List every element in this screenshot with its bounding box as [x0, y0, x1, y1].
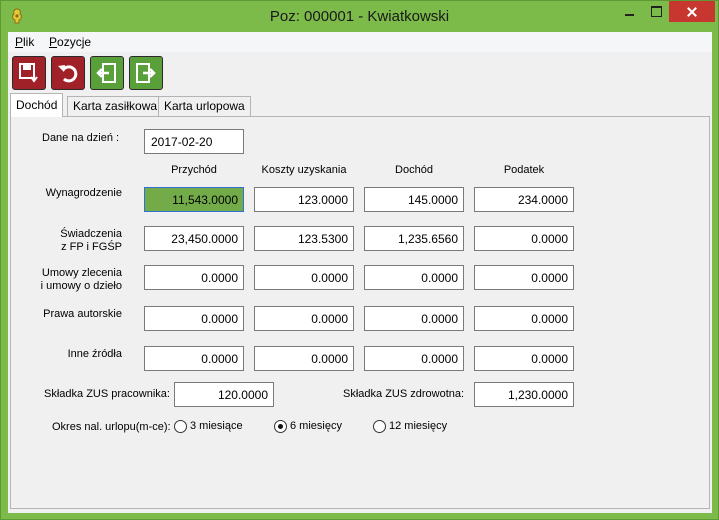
undo-icon [58, 65, 78, 83]
menu-plik-label: lik [23, 35, 35, 49]
close-button[interactable] [669, 1, 715, 22]
umowy-podatek-field[interactable]: 0.0000 [474, 265, 574, 290]
window-title: Poz: 000001 - Kwiatkowski [269, 8, 450, 25]
swiadczenia-koszty-field[interactable]: 123.5300 [254, 226, 354, 251]
zus-zdrowotna-label: Składka ZUS zdrowotna: [343, 388, 465, 400]
inne-przychod-field[interactable]: 0.0000 [144, 346, 244, 371]
client-area: Plik Pozycje Dochód Karta zasiłkowa Kart… [8, 32, 712, 513]
swiadczenia-przychod-field[interactable]: 23,450.0000 [144, 226, 244, 251]
menu-pozycje[interactable]: Pozycje [49, 35, 91, 49]
tab-dochod[interactable]: Dochód [10, 93, 64, 117]
column-header-przychod: Przychód [171, 164, 217, 176]
wynagrodzenie-koszty-field[interactable]: 123.0000 [254, 187, 354, 212]
row-label-wynagrodzenie: Wynagrodzenie [45, 187, 122, 199]
minimize-button[interactable] [617, 1, 643, 22]
menu-plik-accel: P [15, 35, 24, 49]
row-label-umowy: Umowy zlecenia [41, 267, 122, 279]
previous-icon [96, 63, 116, 83]
save-icon [19, 63, 38, 83]
umowy-koszty-field[interactable]: 0.0000 [254, 265, 354, 290]
radio-6-miesiecy-label[interactable]: 6 miesięcy [290, 420, 342, 432]
zus-pracownika-field[interactable]: 120.0000 [174, 382, 274, 407]
next-icon [136, 63, 156, 83]
title-bar[interactable]: Poz: 000001 - Kwiatkowski [1, 1, 718, 32]
menu-pozycje-accel: P [49, 35, 58, 49]
tab-karta-zasilkowa[interactable]: Karta zasiłkowa [67, 96, 164, 116]
menu-plik[interactable]: Plik [15, 35, 34, 49]
wynagrodzenie-podatek-field[interactable]: 234.0000 [474, 187, 574, 212]
radio-12-miesiecy-label[interactable]: 12 miesięcy [389, 420, 447, 432]
previous-button[interactable] [90, 56, 124, 90]
next-button[interactable] [129, 56, 163, 90]
swiadczenia-podatek-field[interactable]: 0.0000 [474, 226, 574, 251]
radio-12-miesiecy-circle[interactable] [373, 420, 386, 433]
menu-pozycje-label: ozycje [57, 35, 92, 49]
row-label-inne-zrodla: Inne źródła [67, 348, 122, 360]
inne-dochod-field[interactable]: 0.0000 [364, 346, 464, 371]
zus-pracownika-label: Składka ZUS pracownika: [44, 388, 170, 400]
prawa-dochod-field[interactable]: 0.0000 [364, 306, 464, 331]
date-field[interactable]: 2017-02-20 [144, 129, 244, 154]
tab-karta-urlopowa[interactable]: Karta urlopowa [158, 96, 251, 116]
radio-3-miesiace-circle[interactable] [174, 420, 187, 433]
swiadczenia-dochod-field[interactable]: 1,235.6560 [364, 226, 464, 251]
okres-label: Okres nal. urlopu(m-ce): [52, 421, 171, 433]
radio-3-miesiace-label[interactable]: 3 miesiące [190, 420, 243, 432]
column-header-podatek: Podatek [503, 164, 545, 176]
undo-button[interactable] [51, 56, 85, 90]
wynagrodzenie-przychod-field[interactable]: 11,543.0000 [144, 187, 244, 212]
prawa-podatek-field[interactable]: 0.0000 [474, 306, 574, 331]
prawa-koszty-field[interactable]: 0.0000 [254, 306, 354, 331]
row-label-prawa-autorskie: Prawa autorskie [43, 308, 122, 320]
row-label-swiadczenia-2: z FP i FGŚP [61, 241, 122, 253]
prawa-przychod-field[interactable]: 0.0000 [144, 306, 244, 331]
date-label: Dane na dzień : [42, 132, 120, 144]
umowy-przychod-field[interactable]: 0.0000 [144, 265, 244, 290]
maximize-button[interactable] [643, 1, 669, 22]
inne-podatek-field[interactable]: 0.0000 [474, 346, 574, 371]
app-window: Poz: 000001 - Kwiatkowski Plik Pozycje D… [0, 0, 719, 520]
column-header-koszty: Koszty uzyskania [261, 164, 347, 176]
radio-6-miesiecy-circle[interactable] [274, 420, 287, 433]
umowy-dochod-field[interactable]: 0.0000 [364, 265, 464, 290]
row-label-umowy-2: i umowy o dzieło [40, 280, 122, 292]
wynagrodzenie-dochod-field[interactable]: 145.0000 [364, 187, 464, 212]
column-header-dochod: Dochód [395, 164, 433, 176]
inne-koszty-field[interactable]: 0.0000 [254, 346, 354, 371]
zus-zdrowotna-field[interactable]: 1,230.0000 [474, 382, 574, 407]
tab-panel-dochod: Dane na dzień : 2017-02-20 Przychód Kosz… [10, 116, 710, 509]
row-label-swiadczenia: Świadczenia [60, 228, 122, 240]
save-button[interactable] [12, 56, 46, 90]
menu-bar: Plik Pozycje [8, 32, 712, 52]
